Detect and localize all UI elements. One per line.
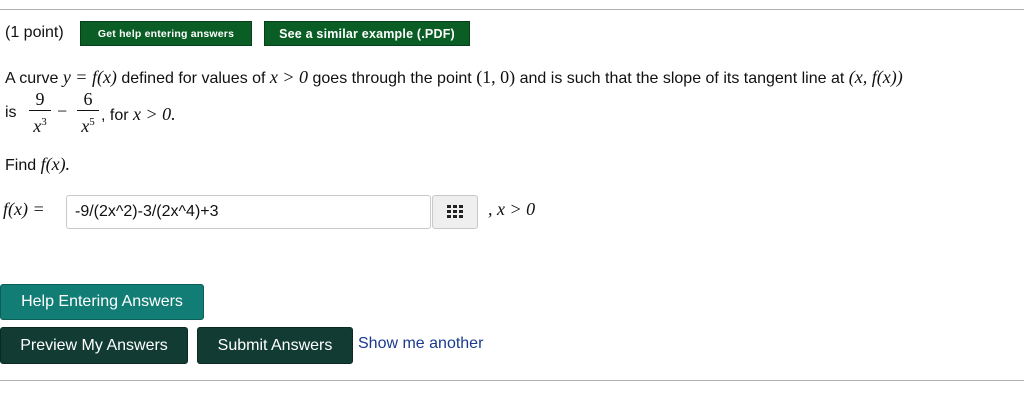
- answer-input[interactable]: [66, 195, 431, 229]
- similar-example-button[interactable]: See a similar example (.PDF): [264, 21, 470, 46]
- fraction-6-over-x5: 6 x5: [77, 90, 99, 136]
- top-divider: [0, 9, 1024, 10]
- bottom-divider: [0, 380, 1024, 381]
- points-label: (1 point): [5, 24, 64, 41]
- grid-icon: [447, 205, 463, 218]
- find-prompt: Find f(x).: [5, 154, 71, 174]
- problem-statement-line1: A curve y = f(x) defined for values of x…: [5, 67, 903, 87]
- fraction-9-over-x3: 9 x3: [29, 90, 51, 136]
- preview-answers-button[interactable]: Preview My Answers: [0, 327, 188, 364]
- help-entering-answers-button[interactable]: Help Entering Answers: [0, 284, 204, 320]
- answer-label: f(x) =: [3, 199, 45, 219]
- equation-editor-button[interactable]: [432, 195, 478, 229]
- get-help-button[interactable]: Get help entering answers: [80, 21, 252, 46]
- show-another-link[interactable]: Show me another: [358, 335, 483, 353]
- domain-condition: , x > 0: [488, 199, 536, 219]
- submit-answers-button[interactable]: Submit Answers: [197, 327, 353, 364]
